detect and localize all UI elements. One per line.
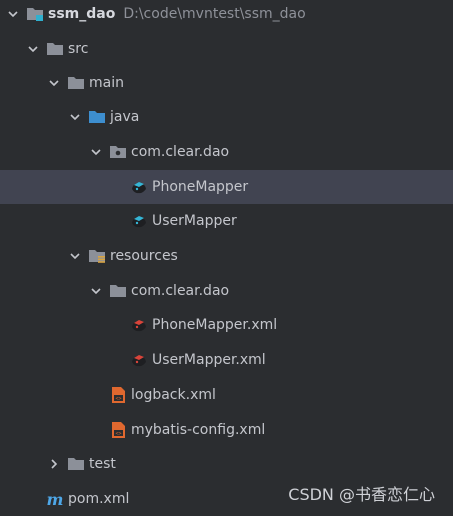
file-label: UserMapper — [152, 213, 237, 229]
folder-label: java — [110, 109, 140, 125]
mybatis-xml-icon — [130, 351, 148, 369]
chevron-down-icon[interactable] — [68, 110, 82, 124]
module-path: D:\code\mvntest\ssm_dao — [123, 6, 306, 22]
tree-row-user-mapper[interactable]: UserMapper — [0, 204, 453, 238]
tree-row-phone-mapper-xml[interactable]: PhoneMapper.xml — [0, 308, 453, 342]
file-label: PhoneMapper — [152, 179, 249, 195]
tree-row-resources[interactable]: resources — [0, 239, 453, 273]
xml-file-icon: <> — [109, 421, 127, 439]
chevron-right-icon[interactable] — [47, 457, 61, 471]
package-label: com.clear.dao — [131, 144, 230, 160]
resources-folder-icon — [88, 247, 106, 265]
file-label: mybatis-config.xml — [131, 422, 266, 438]
chevron-down-icon[interactable] — [89, 145, 103, 159]
module-folder-icon — [26, 5, 44, 23]
folder-label: test — [89, 456, 116, 472]
tree-row-main[interactable]: main — [0, 66, 453, 100]
tree-row-phone-mapper[interactable]: PhoneMapper — [0, 170, 453, 204]
package-folder-icon — [109, 143, 127, 161]
svg-text:<>: <> — [115, 431, 121, 437]
svg-text:<>: <> — [115, 396, 121, 402]
file-label: PhoneMapper.xml — [152, 317, 278, 333]
folder-icon — [67, 455, 85, 473]
folder-icon — [46, 40, 64, 58]
file-label: UserMapper.xml — [152, 352, 266, 368]
tree-row-package-java[interactable]: com.clear.dao — [0, 135, 453, 169]
csdn-watermark: CSDN @书香恋仁心 — [288, 485, 435, 504]
maven-m-icon: m — [46, 489, 64, 509]
tree-row-package-resources[interactable]: com.clear.dao — [0, 274, 453, 308]
chevron-down-icon[interactable] — [47, 76, 61, 90]
file-label: pom.xml — [68, 491, 130, 507]
tree-row-ssm-dao[interactable]: ssm_dao D:\code\mvntest\ssm_dao — [0, 0, 453, 31]
tree-row-mybatis-config-xml[interactable]: <> mybatis-config.xml — [0, 413, 453, 447]
chevron-down-icon[interactable] — [89, 284, 103, 298]
xml-file-icon: <> — [109, 386, 127, 404]
tree-row-java[interactable]: java — [0, 100, 453, 134]
tree-row-test[interactable]: test — [0, 447, 453, 481]
chevron-down-icon[interactable] — [6, 7, 20, 21]
folder-label: resources — [110, 248, 178, 264]
folder-label: src — [68, 41, 89, 57]
tree-row-logback-xml[interactable]: <> logback.xml — [0, 378, 453, 412]
chevron-down-icon[interactable] — [68, 249, 82, 263]
file-label: logback.xml — [131, 387, 216, 403]
mybatis-xml-icon — [130, 316, 148, 334]
tree-row-src[interactable]: src — [0, 32, 453, 66]
tree-row-user-mapper-xml[interactable]: UserMapper.xml — [0, 343, 453, 377]
package-label: com.clear.dao — [131, 283, 230, 299]
folder-icon — [67, 74, 85, 92]
mybatis-mapper-icon — [130, 178, 148, 196]
chevron-down-icon[interactable] — [26, 42, 40, 56]
folder-label: main — [89, 75, 124, 91]
source-root-folder-icon — [88, 108, 106, 126]
project-tree: ssm_dao D:\code\mvntest\ssm_dao src main… — [0, 0, 453, 515]
module-name: ssm_dao — [48, 6, 116, 22]
folder-icon — [109, 282, 127, 300]
mybatis-mapper-icon — [130, 212, 148, 230]
